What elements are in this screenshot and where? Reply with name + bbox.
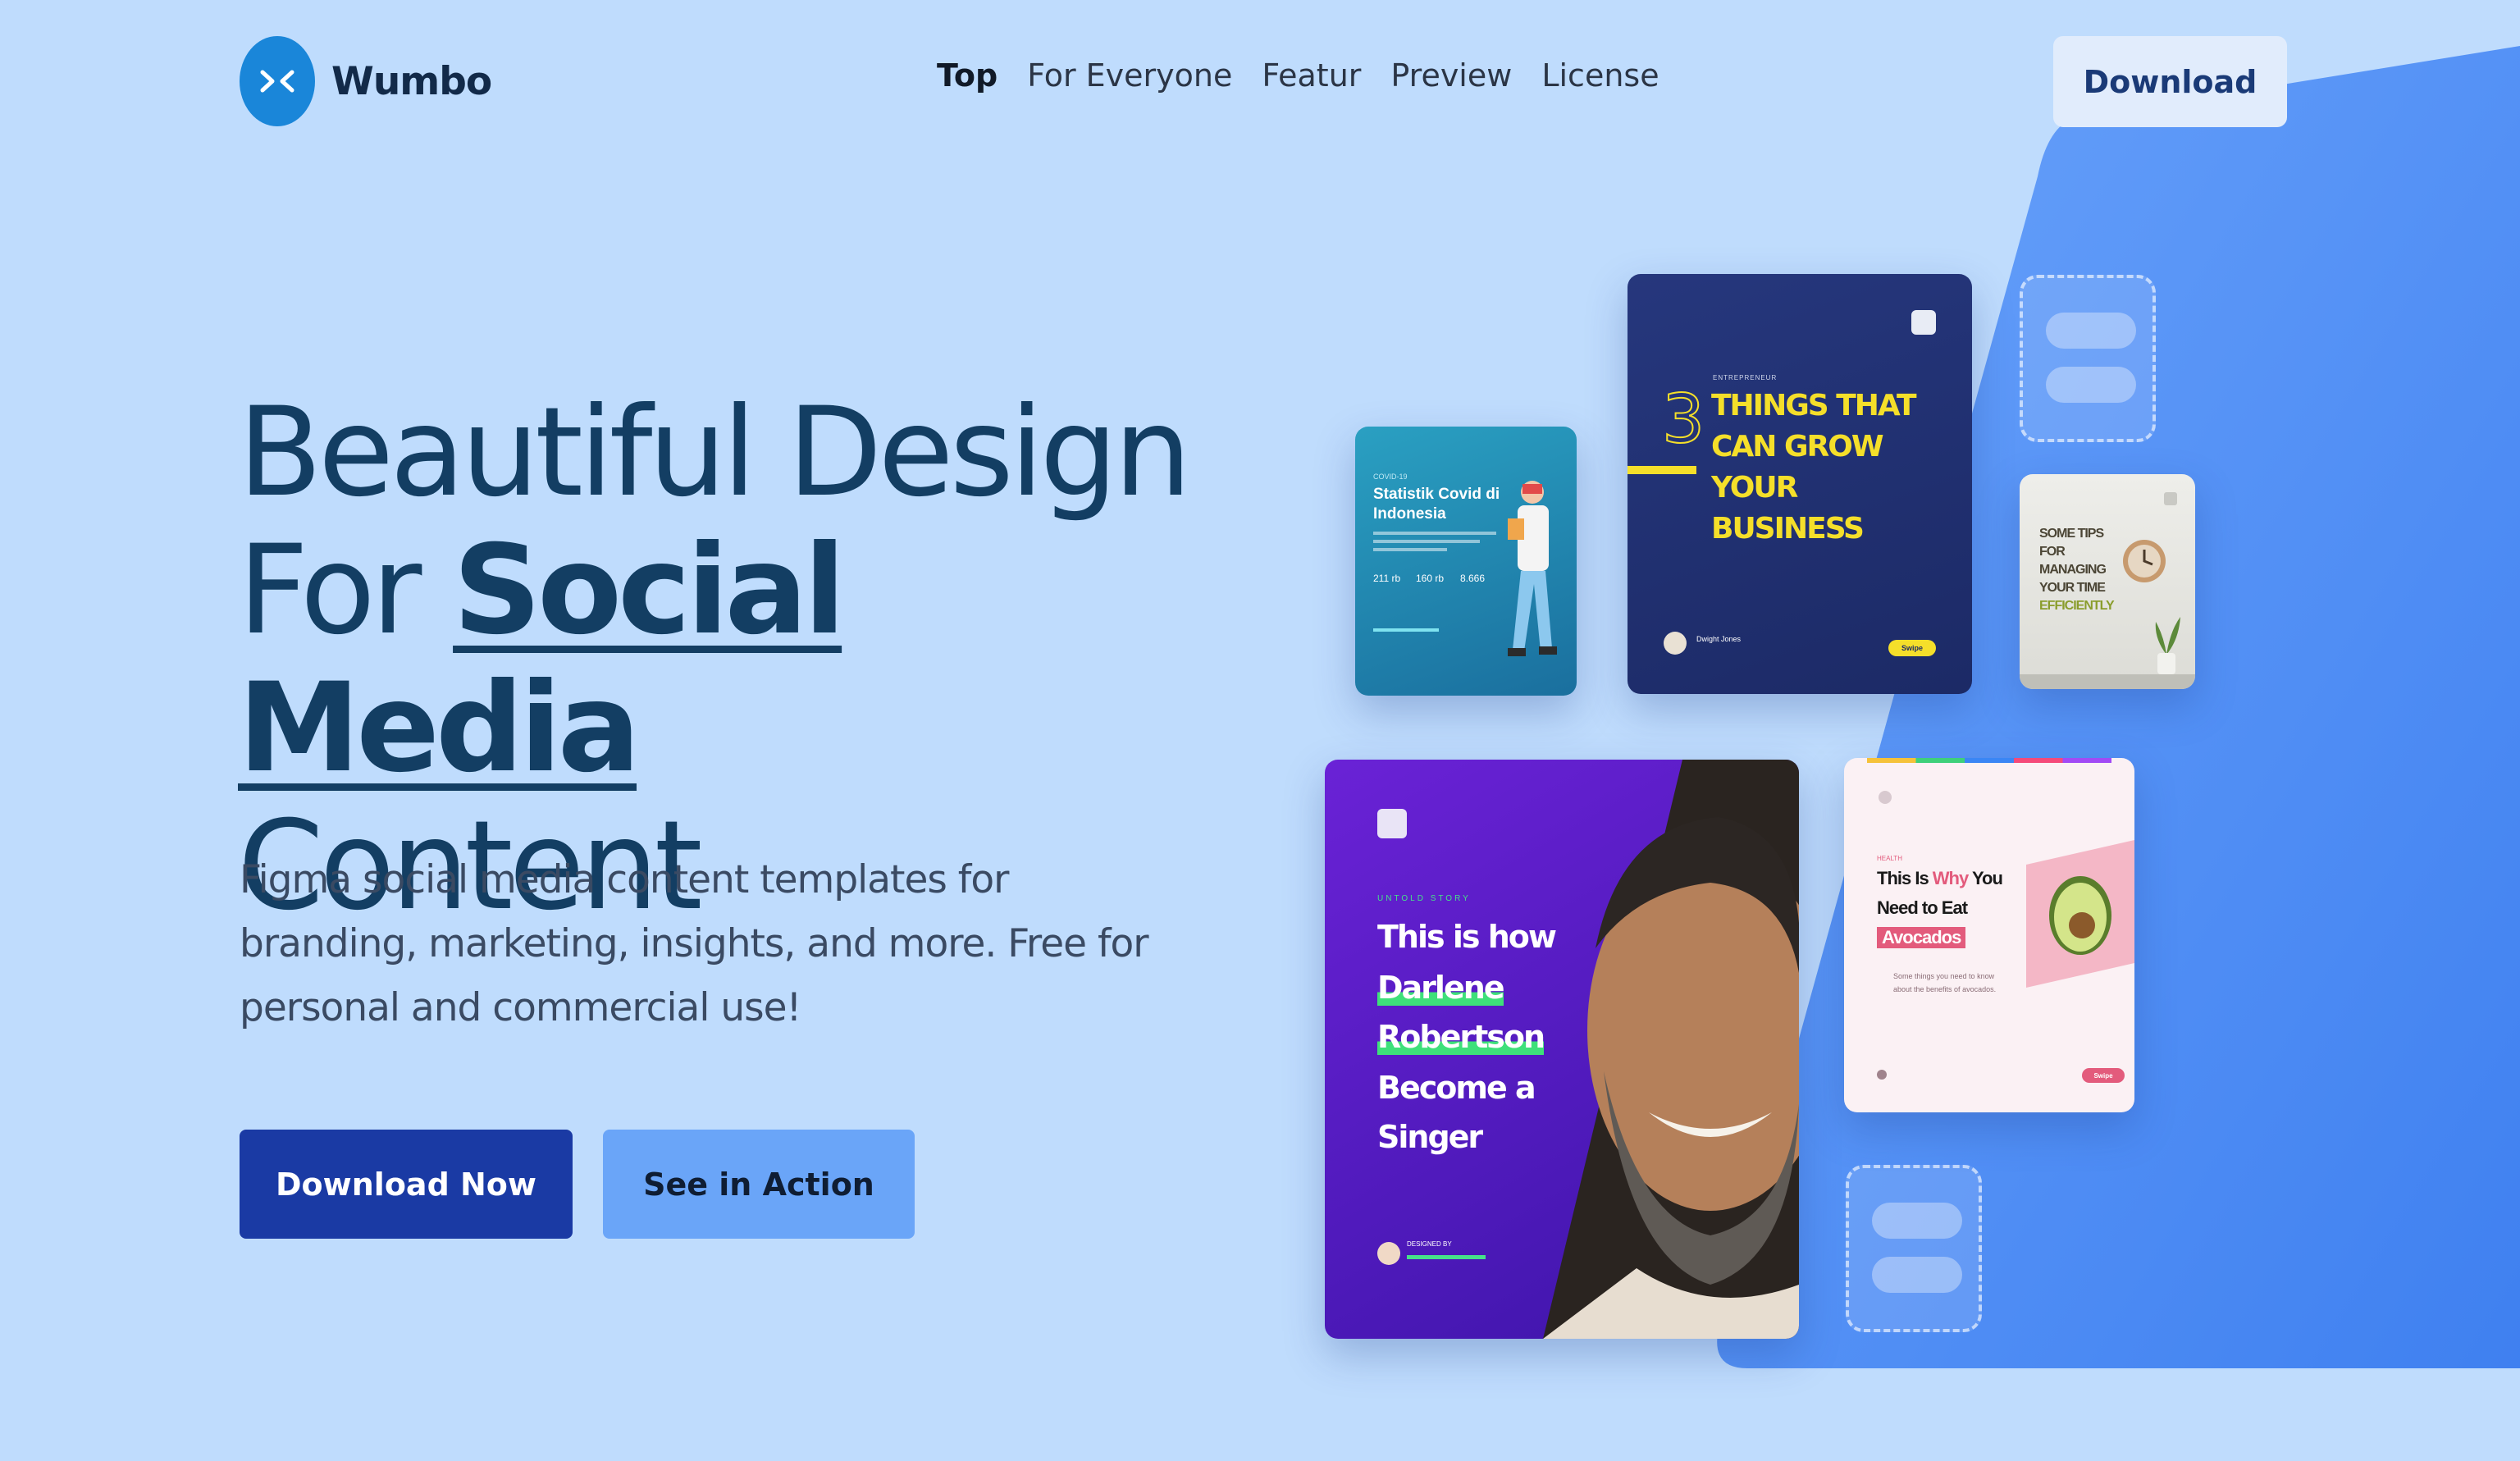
template-card-avocado[interactable]: HEALTH This Is Why You Need to Eat Avoca… — [1844, 758, 2134, 1112]
avocado-card-title-line2: Need to Eat — [1877, 897, 1968, 918]
clock-icon — [2123, 540, 2166, 582]
plant-icon — [2155, 617, 2180, 674]
nav-item-for-everyone[interactable]: For Everyone — [1027, 57, 1232, 94]
brand-name: Wumbo — [331, 58, 492, 104]
tips-card-line3: MANAGING — [2039, 563, 2107, 577]
hero-title-for: For — [238, 519, 454, 662]
ghost-placeholder-bottom — [1846, 1165, 1982, 1332]
singer-card-line5: Singer — [1377, 1119, 1483, 1155]
avocado-card-title-line3: Avocados — [1877, 927, 1966, 948]
tips-card-line2: FOR — [2039, 545, 2066, 559]
singer-card-line3: Robertson — [1377, 1019, 1545, 1055]
covid-link-line — [1373, 628, 1439, 632]
covid-stat-1: 211 rb — [1373, 573, 1401, 584]
nav-item-top[interactable]: Top — [937, 57, 998, 94]
business-card-avatar — [1664, 632, 1687, 655]
tips-card-logo — [2164, 492, 2177, 505]
avocado-illustration-icon — [2026, 840, 2134, 988]
singer-card-line1: This is how — [1377, 919, 1557, 955]
template-card-covid[interactable]: COVID-19 Statistik Covid di Indonesia 21… — [1355, 427, 1577, 696]
avocado-card-title-line1: This Is Why You — [1877, 868, 2003, 889]
singer-card-tag: UNTOLD STORY — [1377, 894, 1471, 903]
avocado-card-avatar — [1877, 1070, 1887, 1080]
covid-card-tag: COVID-19 — [1373, 473, 1408, 481]
covid-stat-2: 160 rb — [1416, 573, 1445, 584]
hero-subtitle: Figma social media content templates for… — [240, 857, 1149, 1030]
hero-title-line1: Beautiful Design — [238, 381, 1192, 524]
template-card-singer[interactable]: UNTOLD STORY This is how Darlene Roberts… — [1325, 760, 1799, 1339]
business-card-swipe-button: Swipe — [1888, 640, 1936, 656]
covid-card-text-lines — [1373, 532, 1496, 551]
tips-card-line1: SOME TIPS — [2039, 527, 2104, 541]
avocado-title-accent: Why — [1932, 868, 1969, 888]
singer-card-avatar — [1377, 1242, 1400, 1265]
business-card-line3: YOUR — [1711, 471, 1798, 505]
avocado-card-color-strip — [1867, 758, 2111, 763]
nav-item-featur[interactable]: Featur — [1262, 57, 1361, 94]
covid-card-title-line2: Indonesia — [1373, 505, 1446, 523]
singer-card-line2: Darlene — [1377, 970, 1505, 1006]
business-card-line1: THINGS THAT — [1711, 389, 1917, 422]
avocado-title-post: You — [1968, 868, 2003, 888]
main-nav: Top For Everyone Featur Preview License — [937, 57, 1689, 94]
tips-card-line5: EFFICIENTLY — [2039, 599, 2115, 613]
avocado-card-tag: HEALTH — [1877, 855, 1902, 862]
brand-logo[interactable]: Wumbo — [240, 36, 492, 126]
singer-card-byline: DESIGNED BY — [1407, 1240, 1452, 1248]
avocado-card-swipe-button: Swipe — [2082, 1068, 2125, 1083]
header-download-button[interactable]: Download — [2053, 36, 2287, 127]
nav-item-preview[interactable]: Preview — [1390, 57, 1512, 94]
template-card-business[interactable]: ENTREPRENEUR 3 THINGS THAT CAN GROW YOUR… — [1628, 274, 1972, 694]
avocado-card-body: Some things you need to know about the b… — [1893, 972, 1997, 993]
business-card-number: 3 — [1661, 380, 1705, 459]
singer-card-handle-line — [1407, 1255, 1486, 1259]
see-in-action-button[interactable]: See in Action — [603, 1130, 915, 1239]
business-card-line4: BUSINESS — [1711, 512, 1865, 546]
avocado-title-pre: This Is — [1877, 868, 1933, 888]
nav-item-license[interactable]: License — [1541, 57, 1659, 94]
tips-card-shelf — [2020, 674, 2195, 689]
covid-stat-3: 8.666 — [1460, 573, 1486, 584]
person-illustration-icon — [1508, 481, 1557, 656]
singer-card-logo — [1377, 809, 1407, 838]
avocado-card-logo — [1879, 791, 1892, 804]
business-card-tag: ENTREPRENEUR — [1713, 374, 1778, 381]
ghost-placeholder-top — [2020, 275, 2156, 442]
business-card-logo — [1911, 310, 1936, 335]
wumbo-logo-icon — [240, 36, 315, 126]
tips-card-line4: YOUR TIME — [2039, 581, 2106, 595]
business-card-author: Dwight Jones — [1696, 635, 1742, 643]
singer-card-line4: Become a — [1377, 1070, 1536, 1106]
covid-card-title-line1: Statistik Covid di — [1373, 486, 1500, 503]
business-card-line2: CAN GROW — [1711, 430, 1884, 463]
template-card-tips[interactable]: SOME TIPS FOR MANAGING YOUR TIME EFFICIE… — [2020, 474, 2195, 689]
download-now-button[interactable]: Download Now — [240, 1130, 573, 1239]
business-card-accent-line — [1628, 466, 1696, 474]
